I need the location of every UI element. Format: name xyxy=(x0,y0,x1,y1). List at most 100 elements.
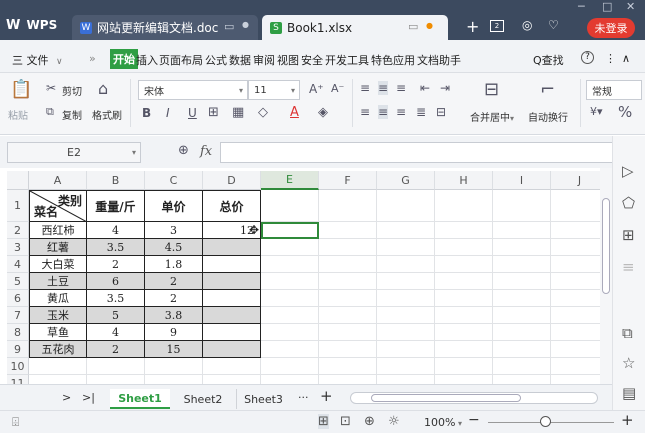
skin-icon[interactable]: ◎ xyxy=(522,18,532,32)
select-pointer-icon[interactable]: ▷ xyxy=(622,162,634,180)
grid-cell[interactable] xyxy=(493,256,551,273)
grid-cell[interactable] xyxy=(319,239,377,256)
grid-cell[interactable] xyxy=(551,290,600,307)
align-top-icon[interactable]: ≡ xyxy=(360,81,370,95)
cell-dish-name[interactable]: 五花肉 xyxy=(29,341,87,358)
row-header-3[interactable]: 3 xyxy=(7,239,29,256)
cell-total[interactable] xyxy=(203,307,261,324)
align-center-icon[interactable]: ≡ xyxy=(378,105,389,119)
grid-cell[interactable] xyxy=(319,273,377,290)
cell-price[interactable]: 1.8 xyxy=(145,256,203,273)
cell-dish-name[interactable]: 土豆 xyxy=(29,273,87,290)
cell-weight[interactable]: 3.5 xyxy=(87,239,145,256)
help-icon[interactable]: ? xyxy=(581,51,594,64)
grid-cell[interactable] xyxy=(319,375,377,384)
align-left-icon[interactable]: ≡ xyxy=(360,105,370,119)
grid-cell[interactable] xyxy=(435,256,493,273)
column-header-f[interactable]: F xyxy=(319,171,377,190)
grid-cell[interactable] xyxy=(435,324,493,341)
tab-formula[interactable]: 公式 xyxy=(205,52,227,68)
merge-center-button[interactable]: 合并居中▾ xyxy=(470,109,514,124)
grid-cell[interactable] xyxy=(493,290,551,307)
grid-cell[interactable] xyxy=(435,375,493,384)
format-painter-button[interactable]: 格式刷 xyxy=(92,107,122,122)
filter-icon[interactable]: ≡ xyxy=(622,258,635,276)
wps-home-button[interactable]: W WPS xyxy=(6,18,57,33)
row-header-2[interactable]: 2 xyxy=(7,222,29,239)
grid-cell[interactable] xyxy=(551,256,600,273)
grid-cell[interactable] xyxy=(29,375,87,384)
column-header-j[interactable]: J xyxy=(551,171,600,190)
column-header-c[interactable]: C xyxy=(145,171,203,190)
grid-cell[interactable] xyxy=(377,290,435,307)
grid-cell[interactable] xyxy=(435,273,493,290)
macro-icon[interactable]: ⌹ xyxy=(12,415,19,430)
grid-cell[interactable] xyxy=(493,222,551,239)
grid-cell[interactable] xyxy=(377,307,435,324)
number-format-select[interactable]: 常规 xyxy=(586,80,642,100)
decrease-font-icon[interactable]: A⁻ xyxy=(331,82,344,95)
distributed-icon[interactable]: ⊟ xyxy=(436,105,446,119)
collapse-ribbon-icon[interactable]: ∧ xyxy=(622,52,630,65)
grid-cell[interactable] xyxy=(551,341,600,358)
header-cell-price[interactable]: 单价 xyxy=(145,190,203,222)
tab-developer[interactable]: 开发工具 xyxy=(325,52,369,68)
grid-cell[interactable] xyxy=(261,307,319,324)
grid-cell[interactable] xyxy=(203,375,261,384)
grid-cell[interactable] xyxy=(145,375,203,384)
grid-cell[interactable] xyxy=(319,358,377,375)
shape-icon[interactable]: ⬠ xyxy=(622,194,635,212)
grid-cell[interactable] xyxy=(493,375,551,384)
file-menu[interactable]: 三 文件 ∨ xyxy=(12,52,63,68)
grid-cell[interactable] xyxy=(29,358,87,375)
paste-button[interactable]: 粘贴 xyxy=(8,107,28,122)
row-header-1[interactable]: 1 xyxy=(7,190,29,222)
percent-button[interactable]: % xyxy=(618,103,632,121)
grid-cell[interactable] xyxy=(261,190,319,222)
indent-increase-icon[interactable]: ⇥ xyxy=(440,81,450,95)
wrap-text-icon[interactable]: ⌐ xyxy=(540,79,555,100)
row-header-8[interactable]: 8 xyxy=(7,324,29,341)
next-sheet-button[interactable]: > xyxy=(62,391,71,404)
row-header-11[interactable]: 11 xyxy=(7,375,29,384)
grid-cell[interactable] xyxy=(435,239,493,256)
grid-cell[interactable] xyxy=(261,324,319,341)
last-sheet-button[interactable]: >| xyxy=(82,391,95,404)
cell-weight[interactable]: 6 xyxy=(87,273,145,290)
indent-decrease-icon[interactable]: ⇤ xyxy=(420,81,430,95)
row-header-9[interactable]: 9 xyxy=(7,341,29,358)
column-header-e[interactable]: E xyxy=(261,171,319,190)
grid-cell[interactable] xyxy=(551,190,600,222)
align-middle-icon[interactable]: ≡ xyxy=(378,81,389,95)
grid-cell[interactable] xyxy=(551,375,600,384)
more-sheets-button[interactable]: ··· xyxy=(298,391,309,404)
grid-cell[interactable] xyxy=(551,222,600,239)
backup-icon[interactable]: ⧉ xyxy=(622,324,633,342)
grid-cell[interactable] xyxy=(261,375,319,384)
reading-mode-icon[interactable]: ⊕ xyxy=(364,414,375,429)
zoom-level[interactable]: 100% ▾ xyxy=(424,416,462,429)
cell-dish-name[interactable]: 草鱼 xyxy=(29,324,87,341)
more-options-icon[interactable]: ⋮ xyxy=(605,52,616,65)
format-painter-icon[interactable]: ⌂ xyxy=(98,79,108,98)
tab-start[interactable]: 开始 xyxy=(110,49,138,69)
cell-weight[interactable]: 5 xyxy=(87,307,145,324)
grid-cell[interactable] xyxy=(551,358,600,375)
cell-price[interactable]: 15 xyxy=(145,341,203,358)
more-menu-chevron-icon[interactable]: » xyxy=(89,52,96,65)
paste-icon[interactable]: 📋 xyxy=(10,79,32,100)
cell-weight[interactable]: 3.5 xyxy=(87,290,145,307)
vertical-scrollbar[interactable] xyxy=(600,168,612,384)
cell-weight[interactable]: 4 xyxy=(87,222,145,239)
cell-price[interactable]: 2 xyxy=(145,290,203,307)
cell-dish-name[interactable]: 大白菜 xyxy=(29,256,87,273)
cell-price[interactable]: 4.5 xyxy=(145,239,203,256)
grid-cell[interactable] xyxy=(377,341,435,358)
cell-weight[interactable]: 2 xyxy=(87,341,145,358)
grid-cell[interactable] xyxy=(493,239,551,256)
page-break-view-icon[interactable]: ⊡ xyxy=(340,414,351,429)
grid-cell[interactable] xyxy=(435,190,493,222)
add-sheet-button[interactable]: + xyxy=(320,387,333,405)
zoom-out-button[interactable]: − xyxy=(468,412,480,428)
sheet-tab-sheet2[interactable]: Sheet2 xyxy=(176,389,230,409)
